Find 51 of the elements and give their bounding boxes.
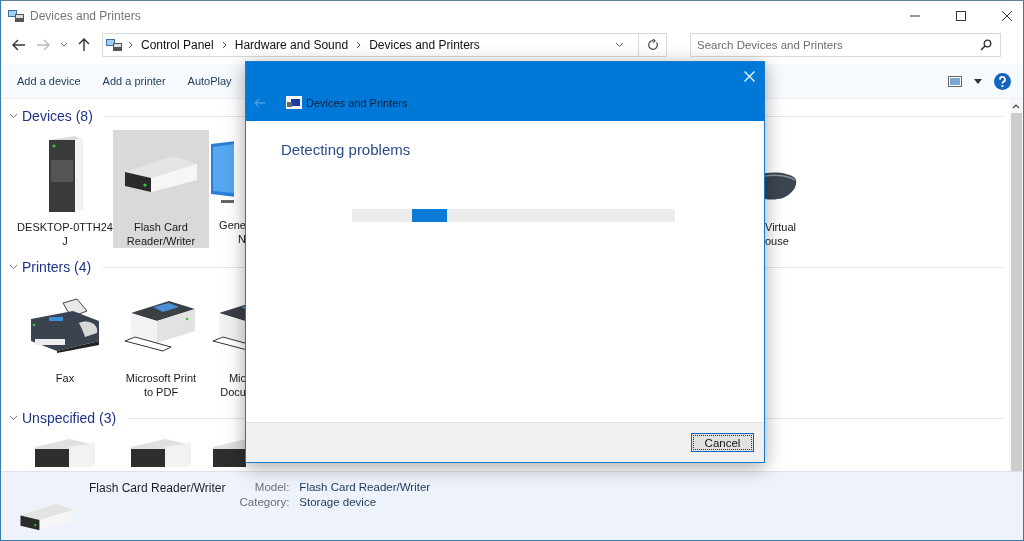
back-arrow-icon[interactable]: [12, 39, 26, 51]
property-value: Flash Card Reader/Writer: [299, 481, 431, 493]
property-label: Model:: [253, 481, 290, 493]
dialog-title: Devices and Printers: [306, 96, 408, 109]
toolbar-command[interactable]: AutoPlay: [187, 75, 232, 87]
chevron-down-icon[interactable]: [9, 415, 18, 421]
view-options-icon[interactable]: [948, 75, 962, 87]
address-bar[interactable]: Control Panel Hardware and Sound Devices and Printers: [102, 33, 667, 57]
devices-printers-icon: [106, 38, 122, 52]
search-icon[interactable]: [980, 39, 992, 51]
up-arrow-icon[interactable]: [78, 38, 90, 52]
device-item[interactable]: Flash Card Reader/Writer: [113, 130, 209, 248]
close-icon[interactable]: [1001, 9, 1013, 22]
drive-icon: [19, 502, 75, 532]
device-item[interactable]: Gene N: [209, 130, 246, 248]
dropdown-arrow-icon[interactable]: [974, 78, 982, 84]
devices-printers-icon: [8, 8, 24, 23]
toolbar-command[interactable]: Add a printer: [102, 75, 166, 87]
device-item[interactable]: Microsoft Print to PDF: [113, 281, 209, 399]
device-item[interactable]: Mic Docu: [209, 281, 246, 399]
scroll-up-icon[interactable]: [1012, 103, 1020, 109]
device-name: Flash Card Reader/Writer: [89, 481, 226, 495]
help-icon[interactable]: [994, 72, 1011, 90]
chevron-down-icon[interactable]: [615, 42, 624, 48]
chevron-right-icon: [356, 41, 362, 49]
device-item[interactable]: Fax: [17, 281, 113, 399]
search-field[interactable]: Search Devices and Printers: [690, 33, 1001, 57]
chevron-down-icon[interactable]: [9, 264, 18, 270]
maximize-icon[interactable]: [955, 9, 967, 22]
cancel-button[interactable]: Cancel: [691, 433, 754, 452]
devices-printers-icon: [286, 96, 302, 109]
refresh-icon: [646, 39, 659, 51]
property-value: Storage device: [299, 496, 378, 508]
breadcrumb[interactable]: Control Panel: [139, 38, 216, 52]
device-item[interactable]: DESKTOP-0TTH24 J: [17, 130, 113, 248]
chevron-right-icon: [128, 41, 133, 49]
group-header[interactable]: Unspecified (3): [22, 410, 117, 426]
device-item[interactable]: Virtual ouse: [765, 130, 805, 248]
monitor-icon: [211, 140, 234, 204]
group-header[interactable]: Devices (8): [22, 108, 93, 124]
window-title: Devices and Printers: [30, 8, 141, 23]
breadcrumb[interactable]: Hardware and Sound: [232, 38, 351, 52]
chevron-down-icon[interactable]: [60, 42, 68, 48]
scrollbar-thumb[interactable]: [1010, 113, 1022, 471]
chevron-down-icon[interactable]: [9, 113, 18, 119]
chevron-right-icon: [221, 41, 227, 49]
dialog-heading: Detecting problems: [281, 141, 411, 158]
property-label: Category:: [239, 496, 290, 508]
toolbar-command[interactable]: Add a device: [17, 75, 81, 87]
breadcrumb[interactable]: Devices and Printers: [367, 38, 482, 52]
group-header[interactable]: Printers (4): [22, 259, 92, 275]
